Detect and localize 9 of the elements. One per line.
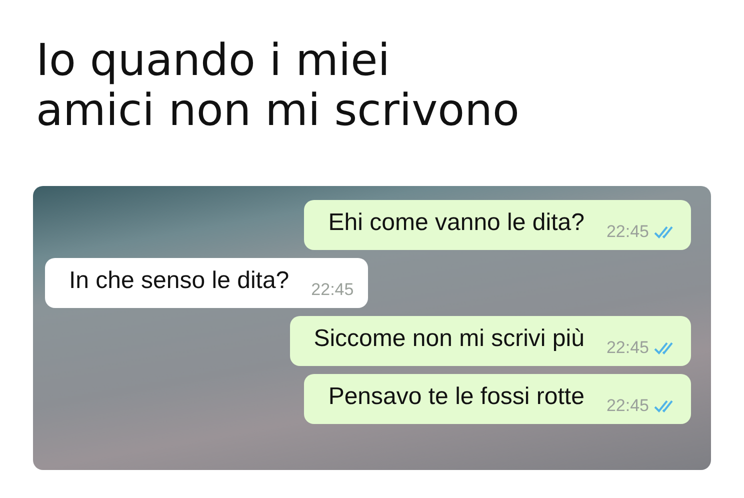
caption-text: Io quando i miei amici non mi scrivono [36, 36, 520, 136]
message-time: 22:45 [311, 280, 354, 300]
message-time: 22:45 [606, 338, 649, 358]
message-text: Pensavo te le fossi rotte [328, 382, 584, 412]
message-time: 22:45 [606, 222, 649, 242]
message-text: In che senso le dita? [69, 266, 290, 296]
message-text: Ehi come vanno le dita? [328, 208, 584, 238]
message-text: Siccome non mi scrivi più [314, 324, 584, 354]
message-time: 22:45 [606, 396, 649, 416]
